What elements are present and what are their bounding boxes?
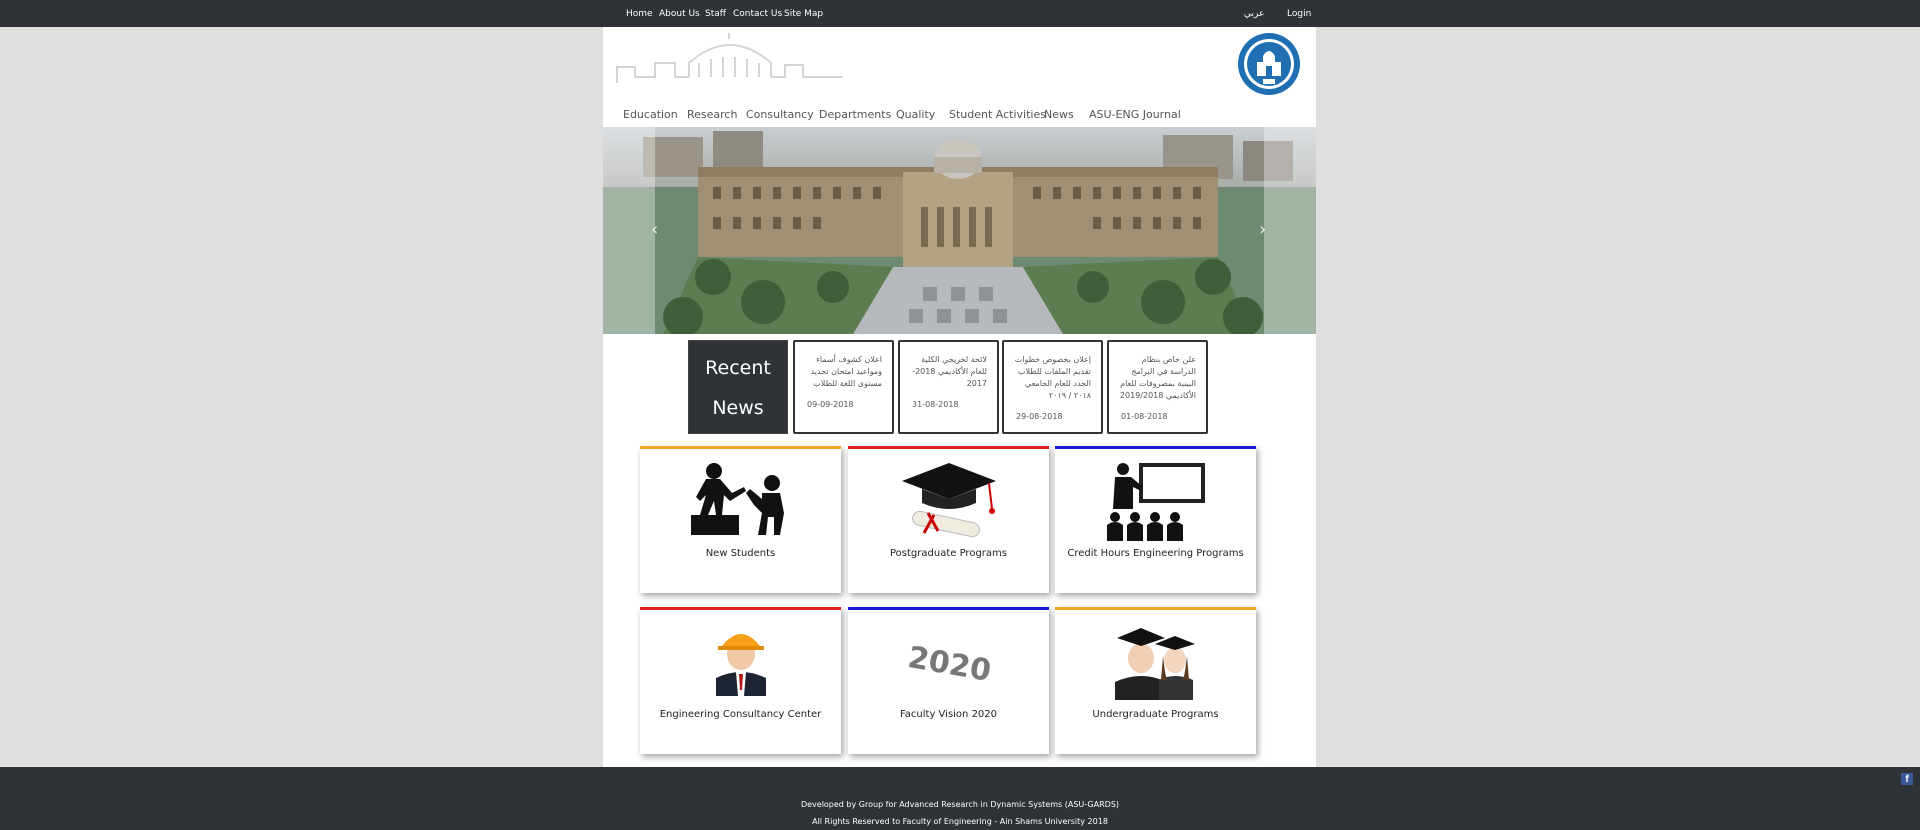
tile-label: Undergraduate Programs: [1092, 709, 1219, 720]
language-toggle[interactable]: عربي: [1244, 9, 1264, 19]
nav-departments[interactable]: Departments: [819, 108, 891, 121]
building-sketch-image: [616, 33, 843, 83]
recent-news-heading: Recent News: [688, 340, 788, 434]
top-link-home[interactable]: Home: [626, 9, 653, 19]
footer-developer-credit: Developed by Group for Advanced Research…: [800, 800, 1120, 809]
engineer-hardhat-icon: [715, 634, 766, 696]
tile-accent-bar: [640, 607, 841, 610]
recent-news-title-line1: Recent: [705, 357, 771, 379]
top-bar: Home About Us Staff Contact Us Site Map …: [0, 0, 1920, 27]
campus-banner-carousel[interactable]: ‹ ›: [603, 127, 1316, 334]
campus-photo: [603, 127, 1316, 334]
login-link[interactable]: Login: [1287, 9, 1311, 19]
tile-postgraduate[interactable]: Postgraduate Programs: [848, 446, 1049, 593]
vision-2020-icon: 2020: [905, 640, 993, 689]
footer: f Developed by Group for Advanced Resear…: [0, 767, 1920, 830]
news-item-text: إعلان بخصوص خطوات تقديم الملفات للطلاب ا…: [1014, 355, 1091, 400]
tile-label: New Students: [705, 548, 776, 559]
news-item-text: لائحة لخريجي الكلية للعام الأكاديمي 2018…: [912, 355, 987, 388]
tile-accent-bar: [848, 607, 1049, 610]
top-link-about[interactable]: About Us: [659, 9, 700, 19]
news-item-text: اعلان كشوف أسماء ومواعيد امتحان تحديد مس…: [810, 355, 882, 388]
news-item-date: 09-09-2018: [807, 400, 854, 409]
tile-label: Credit Hours Engineering Programs: [1067, 548, 1244, 559]
news-item[interactable]: إعلان بخصوص خطوات تقديم الملفات للطلاب ا…: [1002, 340, 1103, 434]
tile-consultancy-center[interactable]: Engineering Consultancy Center: [640, 607, 841, 754]
nav-education[interactable]: Education: [623, 108, 678, 121]
nav-quality[interactable]: Quality: [896, 108, 935, 121]
lecture-classroom-icon: [1106, 463, 1205, 541]
nav-consultancy[interactable]: Consultancy: [746, 108, 814, 121]
tile-label: Faculty Vision 2020: [899, 709, 998, 720]
facebook-icon[interactable]: f: [1901, 773, 1913, 785]
nav-journal[interactable]: ASU-ENG Journal: [1089, 108, 1181, 121]
carousel-prev-icon[interactable]: ‹: [651, 219, 658, 240]
graduates-icon: [1114, 628, 1195, 700]
nav-research[interactable]: Research: [687, 108, 737, 121]
top-link-sitemap[interactable]: Site Map: [784, 9, 823, 19]
university-logo[interactable]: [1237, 32, 1301, 96]
tile-faculty-vision[interactable]: 2020 Faculty Vision 2020: [848, 607, 1049, 754]
news-item-text: علن خاص بنظام الدراسة في البرامج البينية…: [1119, 355, 1196, 400]
tile-accent-bar: [1055, 446, 1256, 449]
footer-copyright: All Rights Reserved to Faculty of Engine…: [812, 817, 1108, 826]
top-link-staff[interactable]: Staff: [705, 9, 726, 19]
nav-student-activities[interactable]: Student Activities: [949, 108, 1046, 121]
nav-news[interactable]: News: [1044, 108, 1074, 121]
news-item[interactable]: علن خاص بنظام الدراسة في البرامج البينية…: [1107, 340, 1208, 434]
graduation-cap-icon: [901, 463, 996, 538]
recent-news-title-line2: News: [712, 397, 764, 419]
tile-credit-hours[interactable]: Credit Hours Engineering Programs: [1055, 446, 1256, 593]
main-container: Education Research Consultancy Departmen…: [603, 27, 1316, 767]
tile-label: Engineering Consultancy Center: [659, 709, 822, 720]
tile-new-students[interactable]: New Students: [640, 446, 841, 593]
news-item-date: 29-08-2018: [1016, 412, 1063, 421]
tile-accent-bar: [1055, 607, 1256, 610]
news-item-date: 01-08-2018: [1121, 412, 1168, 421]
helping-hand-icon: [690, 463, 784, 535]
news-item[interactable]: اعلان كشوف أسماء ومواعيد امتحان تحديد مس…: [793, 340, 894, 434]
top-link-contact[interactable]: Contact Us: [733, 9, 782, 19]
tile-label: Postgraduate Programs: [890, 548, 1007, 559]
vision-2020-text: 2020: [905, 640, 993, 689]
carousel-next-icon[interactable]: ›: [1259, 219, 1266, 240]
tile-undergraduate[interactable]: Undergraduate Programs: [1055, 607, 1256, 754]
news-item[interactable]: لائحة لخريجي الكلية للعام الأكاديمي 2018…: [898, 340, 999, 434]
tile-accent-bar: [848, 446, 1049, 449]
news-item-date: 31-08-2018: [912, 400, 959, 409]
tile-accent-bar: [640, 446, 841, 449]
